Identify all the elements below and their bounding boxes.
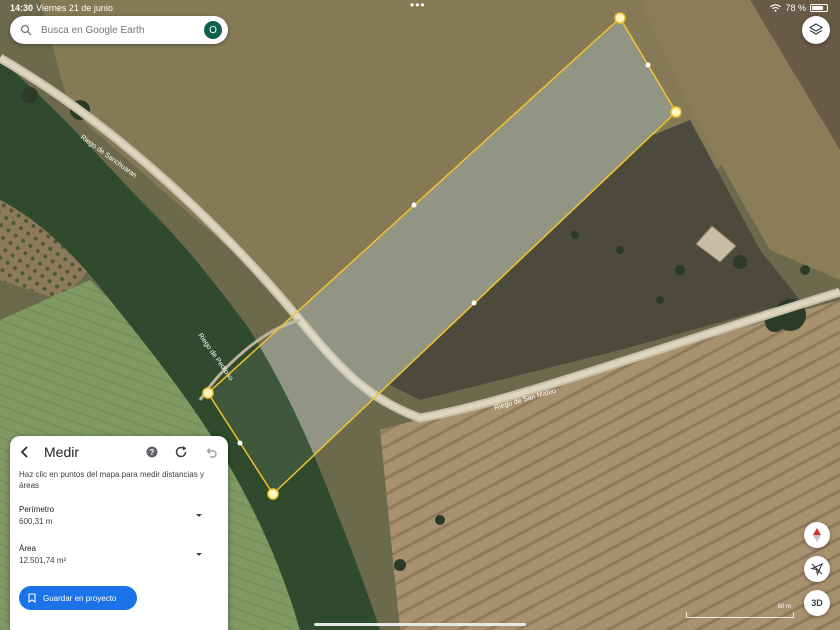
measure-midpoint[interactable] bbox=[237, 440, 243, 446]
perimeter-value: 600,31 m bbox=[19, 517, 53, 526]
battery-percent: 78 % bbox=[785, 3, 806, 13]
save-button-label: Guardar en proyecto bbox=[43, 593, 117, 603]
panel-header: Medir ? bbox=[10, 436, 228, 468]
wifi-icon bbox=[770, 4, 782, 12]
save-to-project-button[interactable]: Guardar en proyecto bbox=[19, 586, 137, 610]
refresh-icon[interactable] bbox=[174, 445, 188, 459]
home-indicator[interactable] bbox=[314, 623, 526, 626]
status-right: 78 % bbox=[770, 3, 828, 13]
search-icon bbox=[20, 24, 32, 36]
layers-icon bbox=[809, 23, 823, 35]
scale-label: 50 m bbox=[777, 604, 791, 610]
battery-icon bbox=[810, 4, 828, 12]
layers-button[interactable] bbox=[802, 16, 830, 44]
location-off-icon bbox=[810, 562, 824, 576]
battery-fill bbox=[812, 6, 823, 10]
measure-midpoint[interactable] bbox=[645, 62, 651, 68]
compass-button[interactable] bbox=[804, 522, 830, 548]
location-button[interactable] bbox=[804, 556, 830, 582]
compass-icon bbox=[813, 528, 821, 542]
3d-button[interactable]: 3D bbox=[804, 590, 830, 616]
area-value: 12.501,74 m² bbox=[19, 556, 67, 565]
bookmark-icon bbox=[28, 593, 36, 603]
avatar[interactable]: O bbox=[204, 21, 222, 39]
area-label: Área bbox=[19, 544, 36, 553]
svg-text:?: ? bbox=[150, 448, 155, 457]
scale-bar: 50 m bbox=[686, 604, 794, 618]
panel-instructions: Haz clic en puntos del mapa para medir d… bbox=[19, 470, 204, 490]
search-box[interactable]: O bbox=[10, 16, 228, 44]
measure-vertex[interactable] bbox=[670, 106, 682, 118]
multitasking-dots-icon[interactable]: ••• bbox=[410, 0, 426, 12]
perimeter-label: Perímetro bbox=[19, 505, 55, 514]
area-units-dropdown-icon[interactable] bbox=[194, 549, 204, 559]
measure-panel: Medir ? Haz clic en puntos del mapa para… bbox=[10, 436, 228, 630]
status-time: 14:30 bbox=[10, 3, 34, 13]
status-date: Viernes 21 de junio bbox=[36, 3, 113, 13]
help-icon[interactable]: ? bbox=[146, 446, 158, 458]
status-bar: 14:30 Viernes 21 de junio ••• 78 % bbox=[0, 0, 840, 14]
measure-vertex[interactable] bbox=[267, 488, 279, 500]
back-arrow-icon[interactable] bbox=[18, 445, 32, 459]
measure-vertex[interactable] bbox=[614, 12, 626, 24]
measure-midpoint[interactable] bbox=[411, 202, 417, 208]
undo-icon[interactable] bbox=[204, 445, 218, 459]
search-input[interactable] bbox=[41, 24, 191, 36]
measure-vertex[interactable] bbox=[202, 387, 214, 399]
perimeter-units-dropdown-icon[interactable] bbox=[194, 510, 204, 520]
measure-midpoint[interactable] bbox=[471, 300, 477, 306]
panel-title: Medir bbox=[44, 444, 80, 460]
